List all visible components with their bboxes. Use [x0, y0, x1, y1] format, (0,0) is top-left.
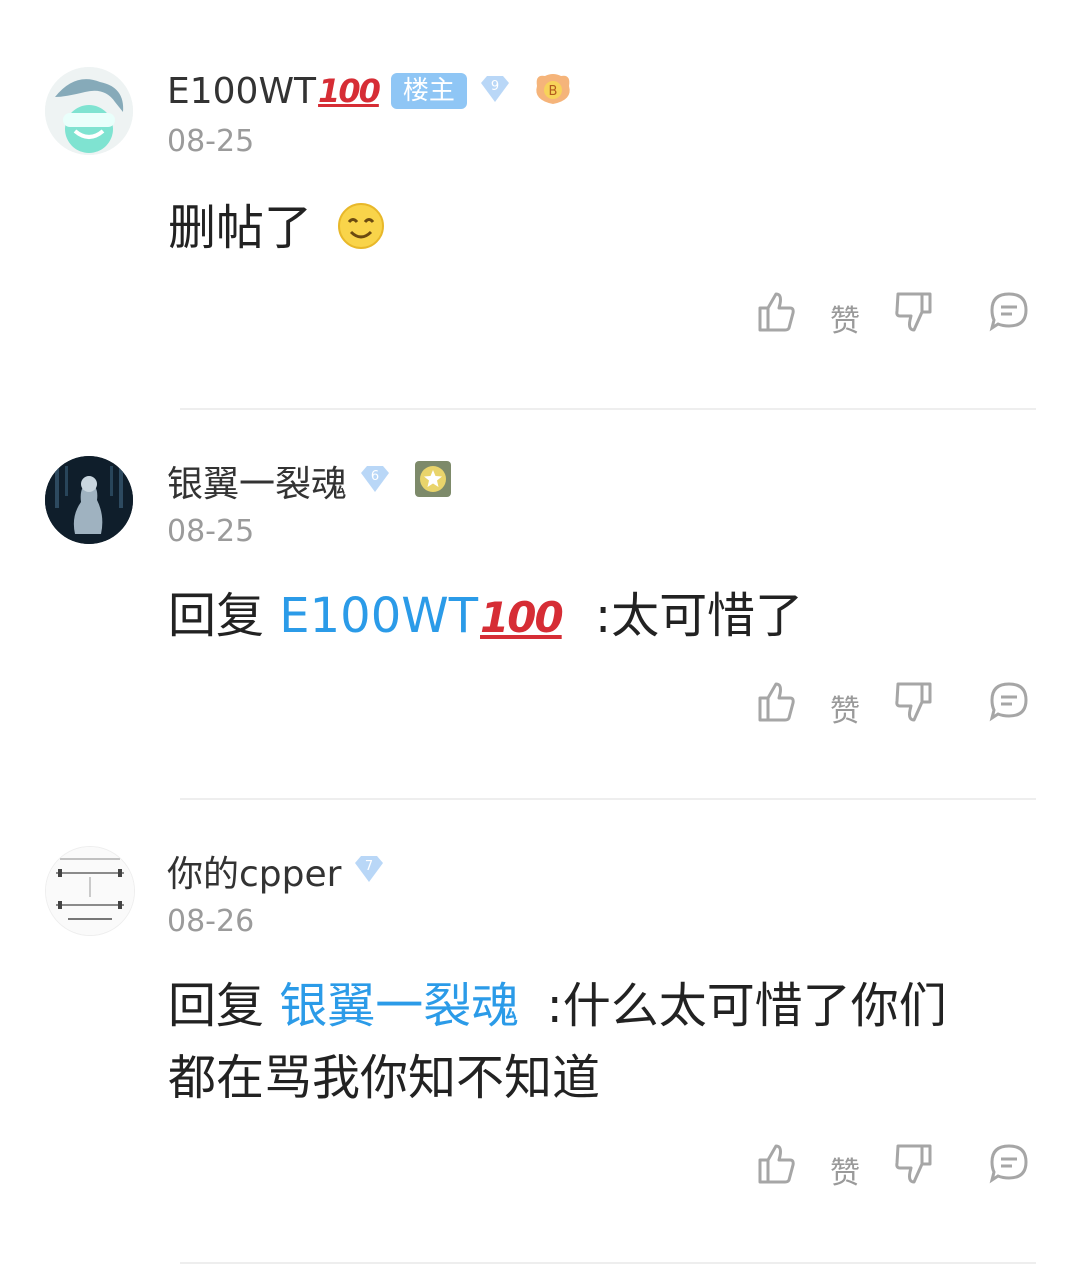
divider — [180, 798, 1036, 800]
smile-emoji-icon — [337, 198, 385, 270]
owner-badge: 楼主 — [390, 73, 467, 109]
reply-prefix: 回复 — [168, 978, 265, 1034]
level-number: 6 — [371, 469, 379, 484]
divider — [180, 1262, 1036, 1264]
reply-to-user-link[interactable]: E100WT — [279, 588, 478, 644]
level-badge: 6 — [357, 463, 393, 499]
level-badge: 9 — [477, 73, 513, 109]
post-date: 08-26 — [167, 904, 255, 939]
thumbs-down-icon[interactable] — [894, 680, 934, 728]
name-row: 银翼一裂魂 6 — [167, 456, 453, 506]
post-date: 08-25 — [167, 514, 255, 549]
thumbs-down-icon[interactable] — [894, 1142, 934, 1190]
comment-body: :太可惜了 — [594, 588, 804, 644]
avatar[interactable] — [45, 67, 133, 155]
avatar[interactable] — [45, 846, 135, 936]
username[interactable]: 银翼一裂魂 — [167, 455, 347, 507]
comment-text: 删帖了 — [168, 192, 1048, 270]
level-number: 7 — [365, 859, 373, 874]
action-bar: 赞 — [750, 290, 1040, 340]
thumbs-down-icon[interactable] — [894, 290, 934, 338]
thumbs-up-icon[interactable] — [756, 1142, 796, 1190]
hundred-emoji: 100 — [318, 72, 381, 110]
comment-text: 回复 银翼一裂魂 :什么太可惜了你们 都在骂我你知不知道 — [168, 970, 1048, 1114]
comment-body: 删帖了 — [168, 200, 313, 256]
divider — [180, 408, 1036, 410]
comment-body-line1: :什么太可惜了你们 — [546, 978, 947, 1034]
like-label[interactable]: 赞 — [830, 686, 860, 730]
reply-to-user-link[interactable]: 银翼一裂魂 — [279, 978, 519, 1034]
thumbs-up-icon[interactable] — [756, 290, 796, 338]
comment-line-1: 回复 银翼一裂魂 :什么太可惜了你们 — [168, 970, 1048, 1042]
reply-bubble-icon[interactable] — [988, 680, 1030, 726]
comment-line-2: 都在骂我你知不知道 — [168, 1050, 601, 1106]
medal-icon — [413, 459, 453, 503]
level-badge: 7 — [351, 853, 387, 889]
reply-bubble-icon[interactable] — [988, 290, 1030, 336]
name-row: 你的cpper 7 — [167, 846, 387, 896]
hundred-emoji: 100 — [480, 593, 564, 642]
comment-text: 回复 E100WT100 :太可惜了 — [168, 580, 1048, 654]
thumbs-up-icon[interactable] — [756, 680, 796, 728]
avatar-image — [46, 847, 134, 935]
action-bar: 赞 — [750, 1142, 1040, 1192]
like-label[interactable]: 赞 — [830, 296, 860, 340]
avatar-image — [45, 456, 133, 544]
name-row: E100WT 100 楼主 9 B — [167, 66, 573, 116]
reply-bubble-icon[interactable] — [988, 1142, 1030, 1188]
username[interactable]: 你的cpper — [167, 845, 341, 897]
like-label[interactable]: 赞 — [830, 1148, 860, 1192]
reply-prefix: 回复 — [168, 588, 265, 644]
level-number: 9 — [491, 79, 499, 94]
action-bar: 赞 — [750, 680, 1040, 730]
svg-text:B: B — [548, 84, 557, 99]
medal-icon: B — [533, 72, 573, 110]
avatar-image — [45, 67, 133, 155]
username[interactable]: E100WT — [167, 71, 316, 112]
post-date: 08-25 — [167, 124, 255, 159]
avatar[interactable] — [45, 456, 133, 544]
